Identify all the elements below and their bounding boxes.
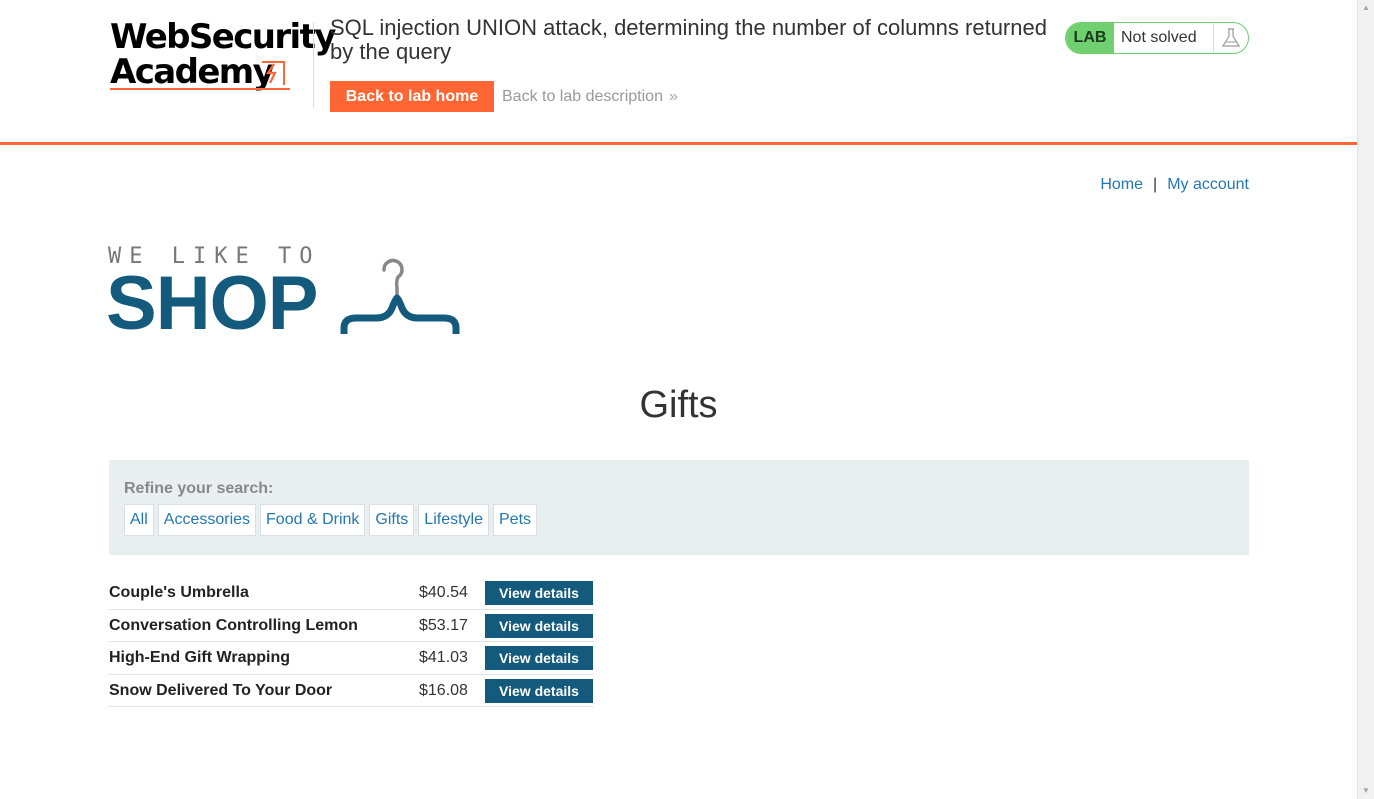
we-like-to-shop-logo[interactable]: WE LIKE TO SHOP <box>106 244 468 346</box>
filter-pets[interactable]: Pets <box>493 504 538 536</box>
nav-separator: | <box>1153 176 1158 193</box>
view-details-button[interactable]: View details <box>485 678 593 703</box>
product-name: High-End Gift Wrapping <box>109 649 291 666</box>
product-name: Snow Delivered To Your Door <box>109 681 333 699</box>
double-chevron-right-icon: » <box>668 88 678 105</box>
product-table: Couple's Umbrella $40.54 View details Co… <box>109 577 594 707</box>
lab-status-divider <box>1213 23 1214 53</box>
product-price: $16.08 <box>419 681 468 699</box>
top-navigation: Home | My account <box>1100 176 1249 194</box>
academy-header: WebSecurity Academy SQL injection UNION … <box>0 0 1357 145</box>
vertical-scrollbar[interactable]: ▲ ▼ <box>1357 0 1374 799</box>
web-security-academy-logo[interactable]: WebSecurity Academy <box>110 20 336 94</box>
lab-status-text: Not solved <box>1121 29 1197 46</box>
logo-line1: WebSecurity <box>110 17 336 57</box>
page-title: Gifts <box>639 384 718 426</box>
logo-line2: Academy <box>110 52 275 92</box>
view-details-button[interactable]: View details <box>485 581 593 605</box>
refine-search-label: Refine your search: <box>124 480 274 497</box>
scroll-down-arrow-icon[interactable]: ▼ <box>1358 783 1374 799</box>
filter-all[interactable]: All <box>124 504 154 536</box>
filter-gifts[interactable]: Gifts <box>369 504 415 536</box>
lab-badge: LAB <box>1066 23 1114 53</box>
logo-underline <box>110 88 290 90</box>
product-name: Couple's Umbrella <box>109 584 249 601</box>
shop-logo-word: SHOP <box>106 261 318 346</box>
my-account-link[interactable]: My account <box>1167 176 1249 193</box>
filter-lifestyle[interactable]: Lifestyle <box>418 504 489 536</box>
scroll-up-arrow-icon[interactable]: ▲ <box>1358 0 1374 16</box>
back-to-lab-description-link[interactable]: Back to lab description » <box>502 88 678 106</box>
header-divider <box>313 22 314 108</box>
view-details-button[interactable]: View details <box>485 613 593 638</box>
filter-food-drink[interactable]: Food & Drink <box>260 504 366 536</box>
product-name: Conversation Controlling Lemon <box>109 616 358 634</box>
table-row: High-End Gift Wrapping $41.03 View detai… <box>109 642 594 675</box>
lightning-bolt-icon <box>262 61 285 85</box>
flask-icon <box>1221 28 1241 47</box>
table-row: Snow Delivered To Your Door $16.08 View … <box>109 675 594 707</box>
filter-accessories[interactable]: Accessories <box>157 504 257 536</box>
view-details-button[interactable]: View details <box>485 646 593 670</box>
lab-title: SQL injection UNION attack, determining … <box>330 15 1047 64</box>
home-link[interactable]: Home <box>1100 176 1143 193</box>
category-filters: All Accessories Food & Drink Gifts Lifes… <box>124 504 538 536</box>
clothes-hanger-icon <box>340 258 460 334</box>
product-price: $40.54 <box>419 584 468 601</box>
back-to-lab-description-label: Back to lab description <box>502 88 663 105</box>
lab-status-widget: LAB Not solved <box>1065 22 1249 54</box>
refine-search-panel: Refine your search: All Accessories Food… <box>109 460 1249 555</box>
product-price: $41.03 <box>419 649 468 666</box>
table-row: Conversation Controlling Lemon $53.17 Vi… <box>109 610 594 642</box>
product-price: $53.17 <box>419 616 468 634</box>
table-row: Couple's Umbrella $40.54 View details <box>109 577 594 610</box>
back-to-lab-home-button[interactable]: Back to lab home <box>330 81 494 112</box>
